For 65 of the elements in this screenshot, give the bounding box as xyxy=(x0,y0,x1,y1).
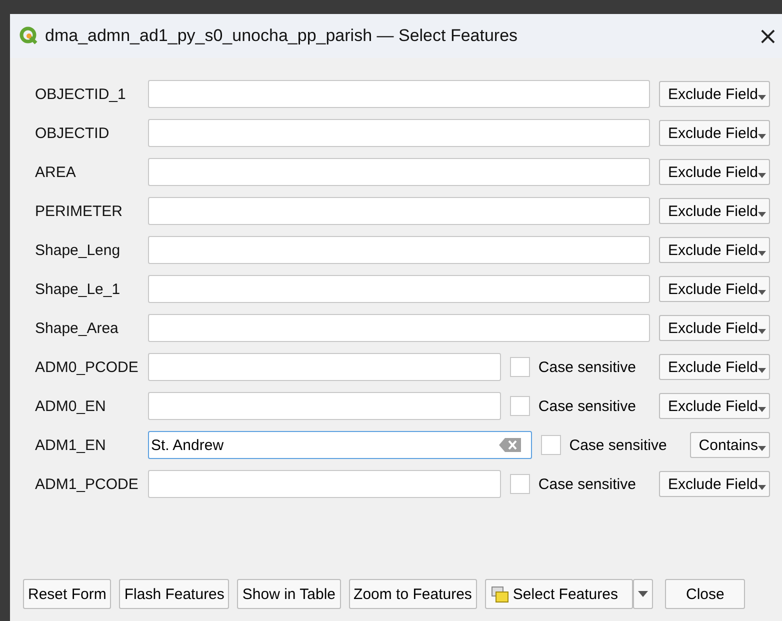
input-field[interactable] xyxy=(148,158,650,186)
input-field[interactable] xyxy=(148,236,650,264)
input-field[interactable] xyxy=(148,353,502,381)
dialog-button[interactable]: Reset Form xyxy=(23,579,112,609)
app-logo-icon xyxy=(19,26,39,46)
operator-dropdown[interactable]: Contains xyxy=(690,432,770,458)
operator-dropdown[interactable]: Exclude Field xyxy=(658,315,770,341)
field-label: OBJECTID_1 xyxy=(35,86,127,102)
operator-dropdown[interactable]: Exclude Field xyxy=(658,471,770,497)
input-field[interactable] xyxy=(148,314,650,342)
checkbox-label: Case sensitive xyxy=(569,436,667,454)
field-label: Shape_Leng xyxy=(35,242,122,258)
operator-dropdown[interactable]: Exclude Field xyxy=(658,81,770,107)
checkbox[interactable] xyxy=(510,396,530,416)
field-label: ADM0_EN xyxy=(35,398,107,414)
caret-icon xyxy=(758,406,766,412)
operator-dropdown[interactable]: Exclude Field xyxy=(658,237,770,263)
caret-icon xyxy=(758,134,766,138)
checkbox-label: Case sensitive xyxy=(538,398,636,414)
caret-icon xyxy=(758,290,766,294)
caret-icon xyxy=(758,172,766,178)
caret-icon xyxy=(758,212,766,216)
field-label: ADM0_PCODE xyxy=(35,358,140,376)
dialog-button[interactable]: Flash Features xyxy=(119,579,230,609)
input-field[interactable]: St. Andrew xyxy=(148,431,532,459)
field-label: PERIMETER xyxy=(35,202,124,220)
input-field[interactable] xyxy=(148,275,650,303)
dropdown-button[interactable] xyxy=(632,579,653,609)
operator-dropdown[interactable]: Exclude Field xyxy=(658,198,770,224)
field-label: ADM1_PCODE xyxy=(35,476,140,492)
field-label: Shape_Area xyxy=(35,320,120,336)
window-title: dma_admn_ad1_py_s0_unocha_pp_parish — Select Features xyxy=(45,26,519,46)
checkbox[interactable] xyxy=(510,474,530,494)
caret-icon xyxy=(758,368,766,372)
caret-icon xyxy=(758,250,766,256)
operator-dropdown[interactable]: Exclude Field xyxy=(658,276,770,302)
input-field[interactable] xyxy=(148,197,650,225)
field-label: AREA xyxy=(35,164,77,180)
caret-icon xyxy=(638,591,648,597)
input-field[interactable] xyxy=(148,80,650,108)
caret-icon xyxy=(758,328,766,334)
dialog-button[interactable]: Zoom to Features xyxy=(348,579,477,609)
input-field[interactable] xyxy=(148,119,650,147)
close-button[interactable]: × xyxy=(758,24,778,48)
selection-icon xyxy=(490,585,509,603)
caret-icon xyxy=(758,446,766,450)
select-features-button[interactable]: Select Features xyxy=(484,579,633,609)
checkbox-label: Case sensitive xyxy=(538,476,636,492)
input-field[interactable] xyxy=(148,392,502,420)
operator-dropdown[interactable]: Exclude Field xyxy=(658,393,770,419)
dialog-button[interactable]: Close xyxy=(664,579,746,609)
checkbox-label: Case sensitive xyxy=(538,358,636,376)
field-label: OBJECTID xyxy=(35,124,110,142)
field-label: Shape_Le_1 xyxy=(35,280,122,298)
operator-dropdown[interactable]: Exclude Field xyxy=(658,354,770,380)
caret-icon xyxy=(758,484,766,490)
dialog-button[interactable]: Show in Table xyxy=(237,579,341,609)
caret-icon xyxy=(758,94,766,100)
clear-icon[interactable] xyxy=(499,438,522,452)
operator-dropdown[interactable]: Exclude Field xyxy=(658,120,770,146)
checkbox[interactable] xyxy=(510,357,530,377)
checkbox[interactable] xyxy=(541,435,562,455)
operator-dropdown[interactable]: Exclude Field xyxy=(658,159,770,185)
field-label: ADM1_EN xyxy=(35,436,107,454)
input-field[interactable] xyxy=(148,470,502,498)
